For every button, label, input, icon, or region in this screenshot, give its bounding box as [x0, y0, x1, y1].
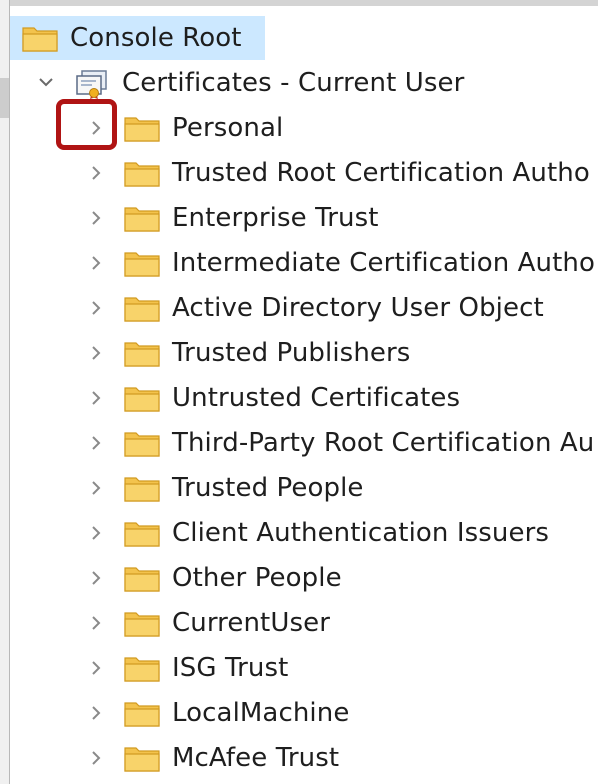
- tree-item-label: Trusted Publishers: [172, 338, 411, 368]
- tree-item-third-party-root-certification-authorities[interactable]: Third-Party Root Certification Au: [84, 421, 594, 465]
- chevron-right-icon[interactable]: [84, 296, 108, 320]
- tree-item-trusted-people[interactable]: Trusted People: [84, 466, 364, 510]
- tree-item-label: Certificates - Current User: [122, 68, 465, 98]
- tree-item-label: Intermediate Certification Autho: [172, 248, 595, 278]
- tree-item-label: Third-Party Root Certification Au: [172, 428, 595, 458]
- tree-item-enterprise-trust[interactable]: Enterprise Trust: [84, 196, 379, 240]
- tree-item-localmachine[interactable]: LocalMachine: [84, 691, 349, 735]
- chevron-right-icon[interactable]: [84, 521, 108, 545]
- tree-item-active-directory-user-object[interactable]: Active Directory User Object: [84, 286, 544, 330]
- folder-icon: [124, 744, 160, 772]
- folder-icon: [124, 519, 160, 547]
- tree-item-currentuser[interactable]: CurrentUser: [84, 601, 330, 645]
- annotation-highlight-box: [56, 99, 117, 150]
- tree-item-intermediate-certification-authorities[interactable]: Intermediate Certification Autho: [84, 241, 595, 285]
- tree-item-label: CurrentUser: [172, 608, 331, 638]
- chevron-right-icon[interactable]: [84, 341, 108, 365]
- tree-item-label: Client Authentication Issuers: [172, 518, 550, 548]
- tree-item-label: LocalMachine: [172, 698, 350, 728]
- chevron-right-icon[interactable]: [84, 206, 108, 230]
- tree-item-label: Enterprise Trust: [172, 203, 379, 233]
- folder-icon: [124, 699, 160, 727]
- chevron-right-icon[interactable]: [84, 701, 108, 725]
- tree-item-label: Trusted Root Certification Autho: [172, 158, 590, 188]
- certificate-store-icon: [74, 69, 110, 99]
- tree-item-trusted-root-certification-authorities[interactable]: Trusted Root Certification Autho: [84, 151, 590, 195]
- tree-item-trusted-publishers[interactable]: Trusted Publishers: [84, 331, 410, 375]
- folder-icon: [124, 564, 160, 592]
- chevron-right-icon[interactable]: [84, 611, 108, 635]
- left-pane-edge: [0, 0, 10, 784]
- tree-item-console-root[interactable]: Console Root: [10, 16, 265, 60]
- folder-icon: [22, 24, 58, 52]
- folder-icon: [124, 384, 160, 412]
- tree-item-other-people[interactable]: Other People: [84, 556, 342, 600]
- tree-item-isg-trust[interactable]: ISG Trust: [84, 646, 288, 690]
- tree-item-label: Console Root: [70, 23, 242, 53]
- tree-item-label: Other People: [172, 563, 342, 593]
- chevron-right-icon[interactable]: [84, 656, 108, 680]
- tree-item-label: Personal: [172, 113, 284, 143]
- chevron-down-icon[interactable]: [34, 71, 58, 95]
- chevron-right-icon[interactable]: [84, 386, 108, 410]
- tree-item-label: Trusted People: [172, 473, 364, 503]
- folder-icon: [124, 429, 160, 457]
- folder-icon: [124, 204, 160, 232]
- folder-icon: [124, 474, 160, 502]
- tree-item-label: Active Directory User Object: [172, 293, 544, 323]
- scroll-notch: [0, 78, 9, 118]
- folder-icon: [124, 249, 160, 277]
- folder-icon: [124, 609, 160, 637]
- folder-icon: [124, 159, 160, 187]
- tree-item-mcafee-trust[interactable]: McAfee Trust: [84, 736, 339, 780]
- folder-icon: [124, 114, 160, 142]
- chevron-right-icon[interactable]: [84, 251, 108, 275]
- chevron-right-icon[interactable]: [84, 161, 108, 185]
- chevron-right-icon[interactable]: [84, 746, 108, 770]
- folder-icon: [124, 294, 160, 322]
- chevron-right-icon[interactable]: [84, 476, 108, 500]
- tree-item-client-authentication-issuers[interactable]: Client Authentication Issuers: [84, 511, 549, 555]
- folder-icon: [124, 339, 160, 367]
- tree-item-label: McAfee Trust: [172, 743, 340, 773]
- tree-item-label: ISG Trust: [172, 653, 289, 683]
- mmc-console-tree-pane: Console Root Certificates - Current User…: [0, 0, 598, 784]
- tree-item-untrusted-certificates[interactable]: Untrusted Certificates: [84, 376, 460, 420]
- folder-icon: [124, 654, 160, 682]
- chevron-right-icon[interactable]: [84, 566, 108, 590]
- tree-item-label: Untrusted Certificates: [172, 383, 461, 413]
- chevron-right-icon[interactable]: [84, 431, 108, 455]
